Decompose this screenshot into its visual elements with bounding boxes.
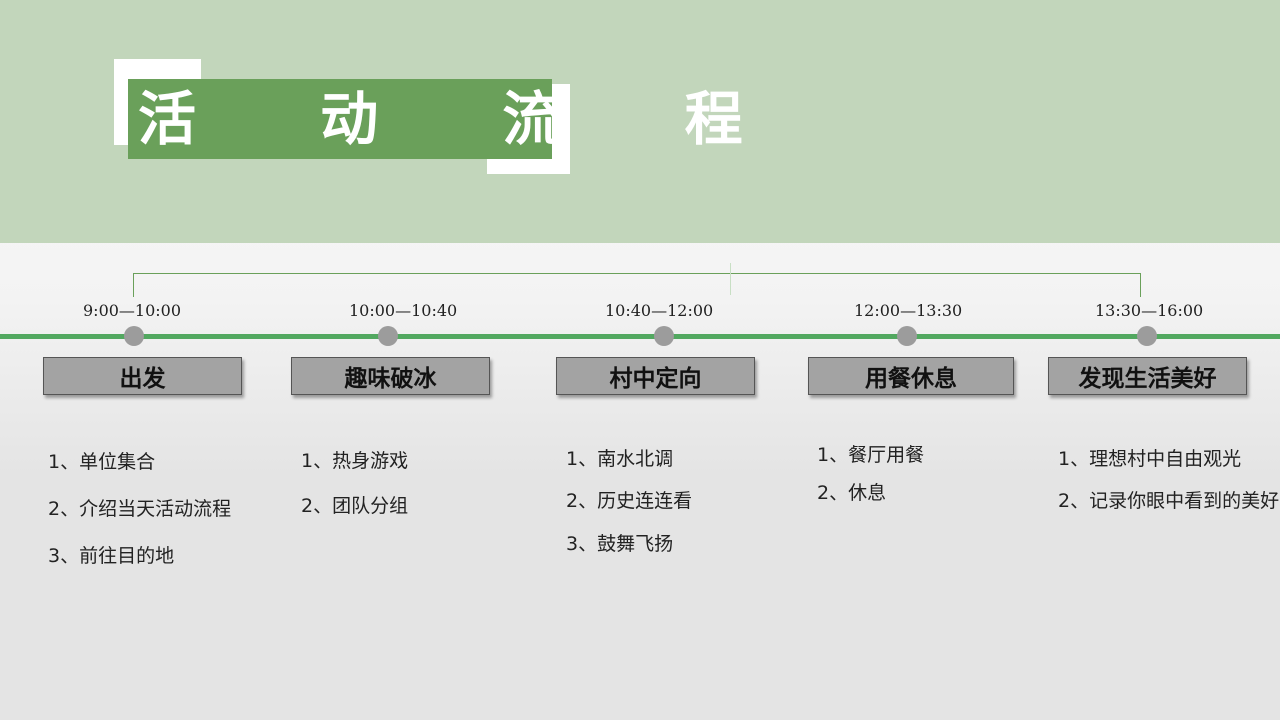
stage-title-box: 发现生活美好 xyxy=(1048,357,1247,395)
stage-item: 1、理想村中自由观光 xyxy=(1058,448,1242,470)
stage-item: 2、记录你眼中看到的美好 xyxy=(1058,490,1280,512)
stage-item: 1、单位集合 xyxy=(48,451,156,473)
stage-title: 用餐休息 xyxy=(865,366,957,392)
stage-item: 2、团队分组 xyxy=(301,495,409,517)
stage-item: 2、介绍当天活动流程 xyxy=(48,498,232,520)
stage-item: 1、南水北调 xyxy=(566,448,674,470)
timeline-line xyxy=(0,334,1280,339)
stage-time: 10:00—10:40 xyxy=(349,301,458,320)
stage-time: 13:30—16:00 xyxy=(1095,301,1204,320)
timeline-dot xyxy=(124,326,144,346)
stage-title: 村中定向 xyxy=(609,366,702,392)
timeline-dot xyxy=(1137,326,1157,346)
timeline-dot xyxy=(897,326,917,346)
stage-title-box: 用餐休息 xyxy=(808,357,1014,395)
stage-time: 9:00—10:00 xyxy=(83,301,182,320)
stage-item: 2、休息 xyxy=(817,482,887,504)
stage-item: 1、餐厅用餐 xyxy=(817,444,925,466)
stage-title-box: 出发 xyxy=(43,357,242,395)
timeline-dot xyxy=(654,326,674,346)
stage-title-box: 趣味破冰 xyxy=(291,357,490,395)
timeline-bracket-divider xyxy=(730,263,731,295)
stage-time: 10:40—12:00 xyxy=(605,301,714,320)
stage-item: 3、鼓舞飞扬 xyxy=(566,533,674,555)
stage-title-box: 村中定向 xyxy=(556,357,755,395)
stage-title: 趣味破冰 xyxy=(344,366,437,392)
stage-item: 1、热身游戏 xyxy=(301,450,409,472)
timeline-dot xyxy=(378,326,398,346)
stage-item: 3、前往目的地 xyxy=(48,545,175,567)
timeline-bracket xyxy=(133,273,1141,297)
stage-item: 2、历史连连看 xyxy=(566,490,693,512)
page-title: 活 动 流 程 xyxy=(138,85,795,153)
title-box: 活 动 流 程 xyxy=(128,79,795,159)
stage-time: 12:00—13:30 xyxy=(854,301,963,320)
stage-title: 出发 xyxy=(119,366,166,392)
stage-title: 发现生活美好 xyxy=(1078,366,1217,392)
